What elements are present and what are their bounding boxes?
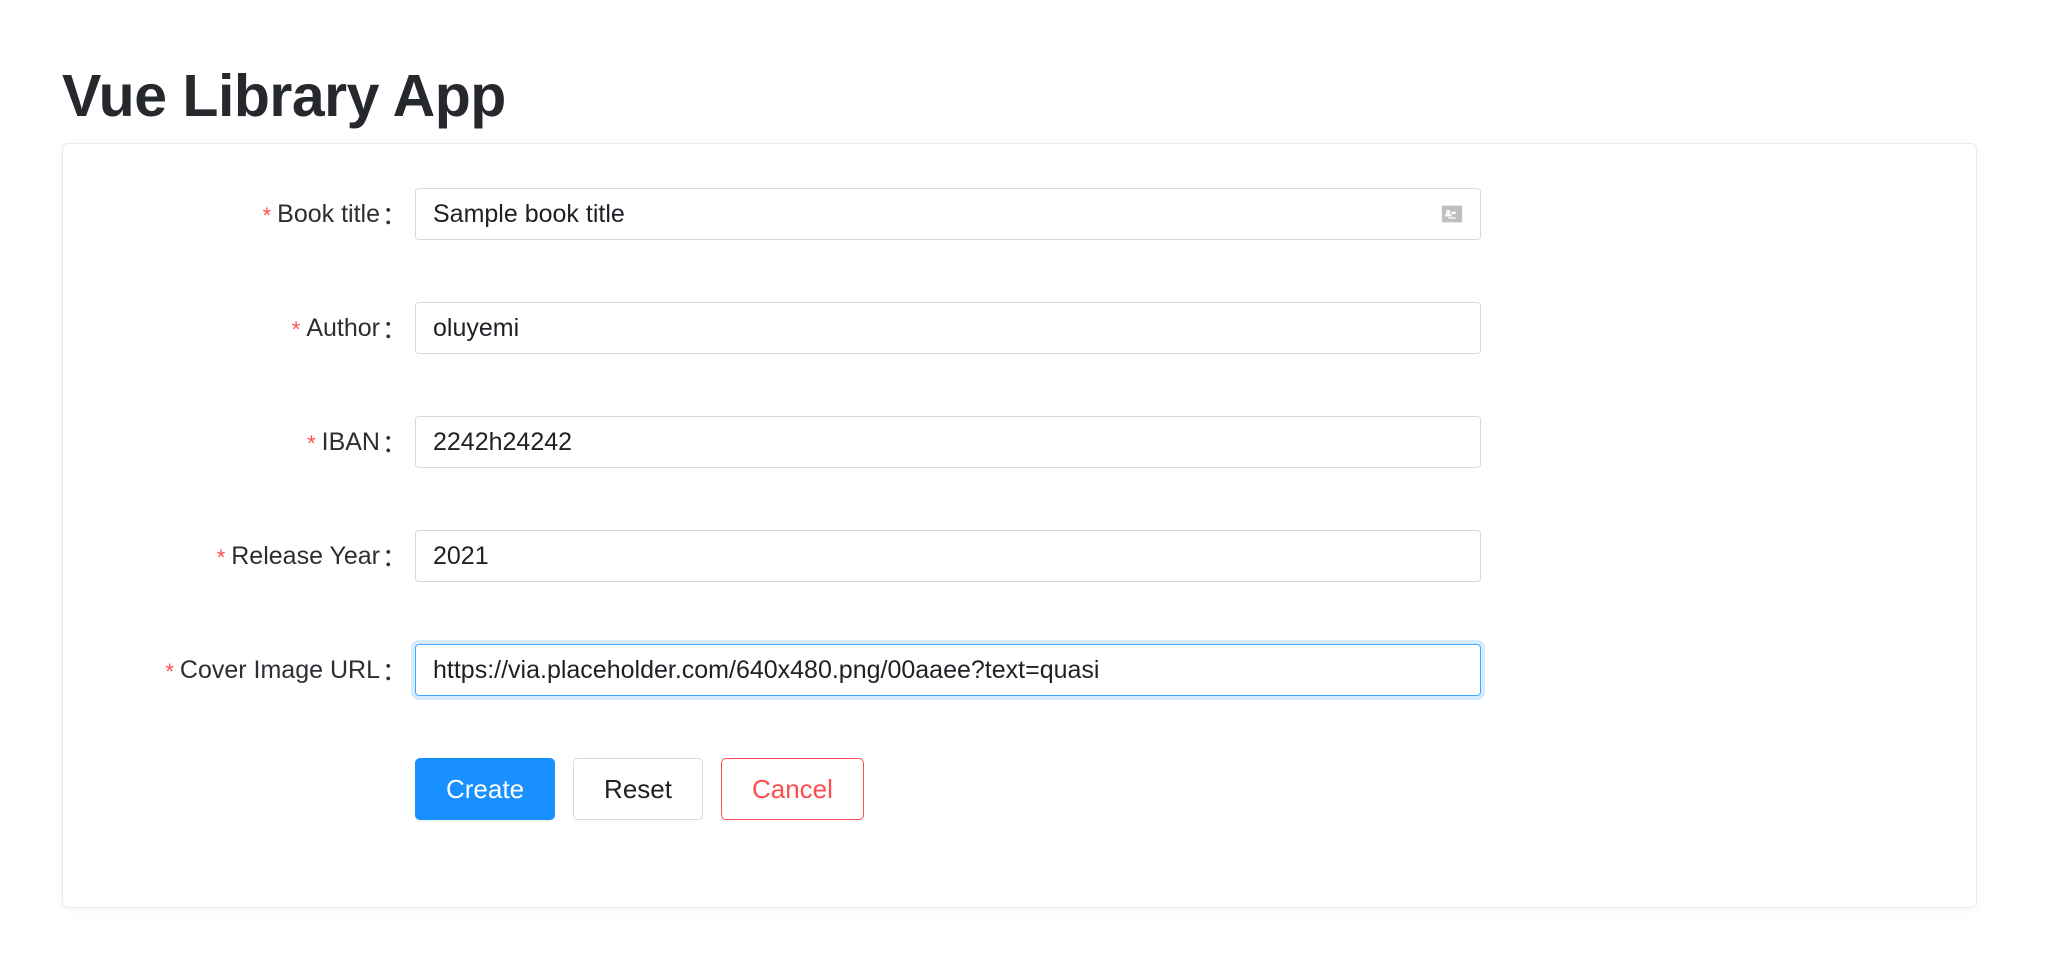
book-title-input[interactable] [415,188,1481,240]
required-asterisk-icon: * [307,431,316,456]
form-item-book-title: * Book title ： [63,188,1976,240]
field-control-author [415,302,1481,354]
cover-image-url-input[interactable] [415,644,1481,696]
label-colon: ： [381,658,407,686]
form-item-iban: * IBAN ： [63,416,1976,468]
field-label-author: * Author ： [63,302,407,354]
field-label-text: IBAN [321,427,380,456]
required-asterisk-icon: * [216,545,226,570]
field-label-text: Author [306,313,380,342]
iban-input[interactable] [415,416,1481,468]
form-item-release-year: * Release Year ： [63,530,1976,582]
create-button[interactable]: Create [415,758,556,820]
label-colon: ： [381,430,407,458]
release-year-input[interactable] [415,530,1481,582]
field-label-cover-image-url: * Cover Image URL ： [63,644,407,696]
app-root: Vue Library App * Book title ： * [0,0,2048,974]
label-colon: ： [381,544,407,572]
form-item-author: * Author ： [63,302,1976,354]
field-label-text: Cover Image URL [179,655,380,684]
field-control-iban [415,416,1481,468]
page-title: Vue Library App [62,62,506,129]
required-asterisk-icon: * [291,317,301,342]
reset-button[interactable]: Reset [573,758,703,820]
field-control-cover-image-url [415,644,1481,696]
field-label-release-year: * Release Year ： [63,530,407,582]
label-colon: ： [381,316,407,344]
form-actions: Create Reset Cancel [415,758,864,820]
required-asterisk-icon: * [165,659,174,684]
book-form-card: * Book title ： * Author ： [62,143,1977,908]
required-asterisk-icon: * [262,203,272,228]
form-item-cover-image-url: * Cover Image URL ： [63,644,1976,696]
field-label-text: Release Year [231,541,380,570]
field-label-text: Book title [277,199,380,228]
label-colon: ： [381,202,407,230]
author-input[interactable] [415,302,1481,354]
field-label-iban: * IBAN ： [63,416,407,468]
cancel-button[interactable]: Cancel [720,758,864,820]
field-control-book-title [415,188,1481,240]
field-control-release-year [415,530,1481,582]
field-label-book-title: * Book title ： [63,188,407,240]
